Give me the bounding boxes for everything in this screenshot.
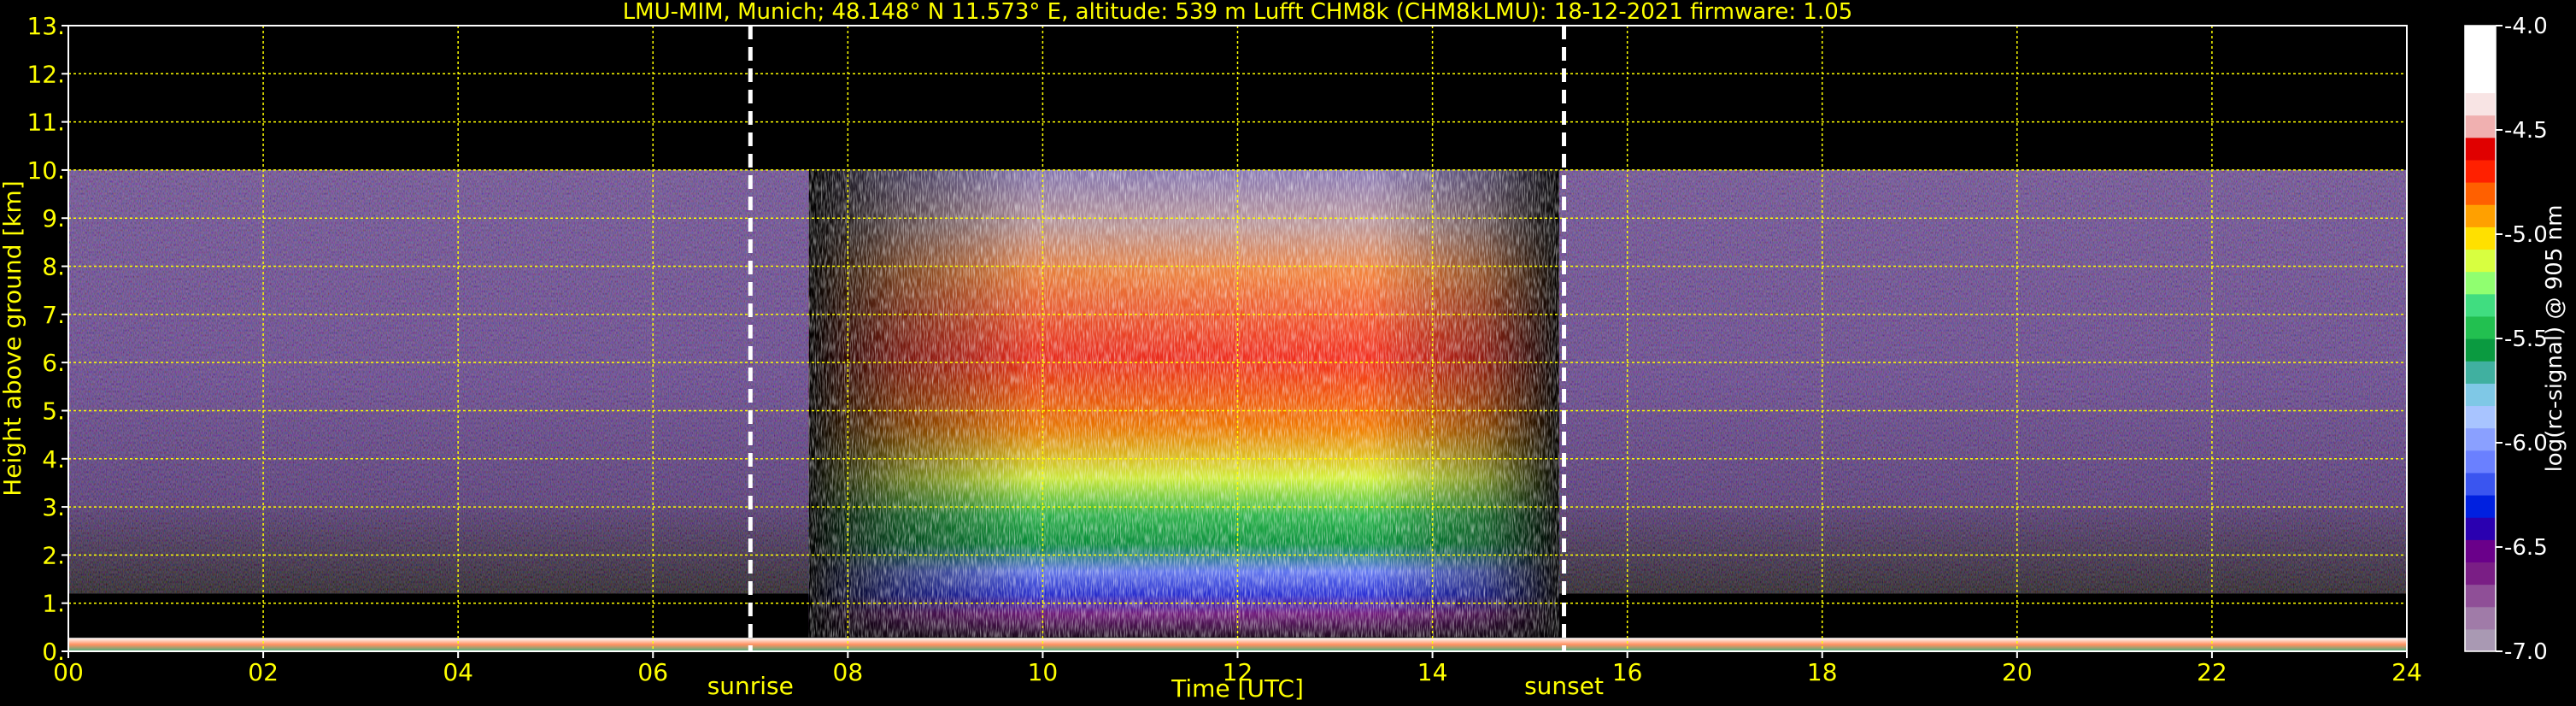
colorbar-segment bbox=[2465, 361, 2496, 384]
colorbar-segment bbox=[2465, 315, 2496, 339]
colorbar-segment bbox=[2465, 450, 2496, 474]
colorbar-segment bbox=[2465, 92, 2496, 116]
colorbar-segment bbox=[2465, 472, 2496, 496]
colorbar-segment bbox=[2465, 48, 2496, 71]
colorbar-segment bbox=[2465, 249, 2496, 273]
x-tick-label: 18 bbox=[1807, 658, 1838, 686]
x-tick-label: 14 bbox=[1417, 658, 1448, 686]
daytime-signal bbox=[808, 169, 1559, 638]
colorbar-segment bbox=[2465, 271, 2496, 295]
x-tick-label: 22 bbox=[2197, 658, 2227, 686]
colorbar-segment bbox=[2465, 26, 2496, 49]
colorbar-segment bbox=[2465, 70, 2496, 94]
colorbar-segment bbox=[2465, 628, 2496, 652]
y-tick-label: 0. bbox=[42, 638, 65, 666]
colorbar-ticks: -4.0-4.5-5.0-5.5-6.0-6.5-7.0 bbox=[2496, 14, 2548, 665]
colorbar-segment bbox=[2465, 539, 2496, 563]
colorbar-segment bbox=[2465, 182, 2496, 205]
colorbar-segment bbox=[2465, 227, 2496, 250]
colorbar-segment bbox=[2465, 584, 2496, 608]
y-tick-label: 9. bbox=[42, 204, 65, 232]
y-tick-label: 7. bbox=[42, 301, 65, 329]
x-axis-label: Time [UTC] bbox=[1171, 674, 1304, 703]
y-tick-label: 4. bbox=[42, 445, 65, 474]
ground-signal bbox=[68, 638, 2407, 651]
chart-title: LMU-MIM, Munich; 48.148° N 11.573° E, al… bbox=[623, 0, 1853, 25]
colorbar-segment bbox=[2465, 427, 2496, 451]
colorbar-segment bbox=[2465, 495, 2496, 518]
x-tick-label: 06 bbox=[637, 658, 668, 686]
colorbar-segment bbox=[2465, 405, 2496, 429]
x-tick-label: 02 bbox=[248, 658, 279, 686]
colorbar-segment bbox=[2465, 606, 2496, 630]
y-tick-label: 10. bbox=[26, 156, 65, 185]
y-tick-label: 2. bbox=[42, 541, 65, 569]
colorbar-tick-label: -7.0 bbox=[2504, 639, 2548, 665]
colorbar-segment bbox=[2465, 517, 2496, 540]
colorbar-label: log(rc-signal) @ 905 nm bbox=[2542, 205, 2567, 473]
x-tick-label: 24 bbox=[2391, 658, 2422, 686]
event-label: sunset bbox=[1524, 672, 1604, 700]
y-axis: 0. 1. 2. 3. 4. 5. 6. 7. 8. 9. 10. 11. 12. 13. bbox=[26, 12, 68, 666]
y-tick-label: 1. bbox=[42, 590, 65, 618]
colorbar-segment bbox=[2465, 383, 2496, 407]
colorbar-segment bbox=[2465, 137, 2496, 161]
x-tick-label: 10 bbox=[1028, 658, 1059, 686]
y-tick-label: 11. bbox=[26, 109, 65, 137]
colorbar-tick-label: -6.5 bbox=[2504, 535, 2548, 561]
colorbar-segment bbox=[2465, 338, 2496, 362]
event-label: sunrise bbox=[707, 672, 794, 700]
colorbar bbox=[2464, 25, 2497, 652]
x-tick-label: 04 bbox=[443, 658, 473, 686]
plot-area bbox=[68, 26, 2407, 651]
colorbar-segment bbox=[2465, 159, 2496, 183]
ceilometer-chart: LMU-MIM, Munich; 48.148° N 11.573° E, al… bbox=[0, 0, 2567, 703]
x-tick-label: 16 bbox=[1612, 658, 1643, 686]
y-tick-label: 8. bbox=[42, 253, 65, 281]
colorbar-segment bbox=[2465, 293, 2496, 317]
y-tick-label: 12. bbox=[26, 60, 65, 88]
y-tick-label: 6. bbox=[42, 349, 65, 377]
y-tick-label: 13. bbox=[26, 12, 65, 40]
y-tick-label: 5. bbox=[42, 397, 65, 425]
x-tick-label: 08 bbox=[833, 658, 864, 686]
colorbar-segment bbox=[2465, 562, 2496, 585]
y-tick-label: 3. bbox=[42, 493, 65, 521]
colorbar-tick-label: -4.0 bbox=[2504, 14, 2548, 39]
x-tick-label: 20 bbox=[2002, 658, 2033, 686]
colorbar-segment bbox=[2465, 204, 2496, 227]
y-axis-label: Height above ground [km] bbox=[0, 180, 26, 497]
colorbar-segment bbox=[2465, 115, 2496, 138]
colorbar-tick-label: -4.5 bbox=[2504, 118, 2548, 144]
